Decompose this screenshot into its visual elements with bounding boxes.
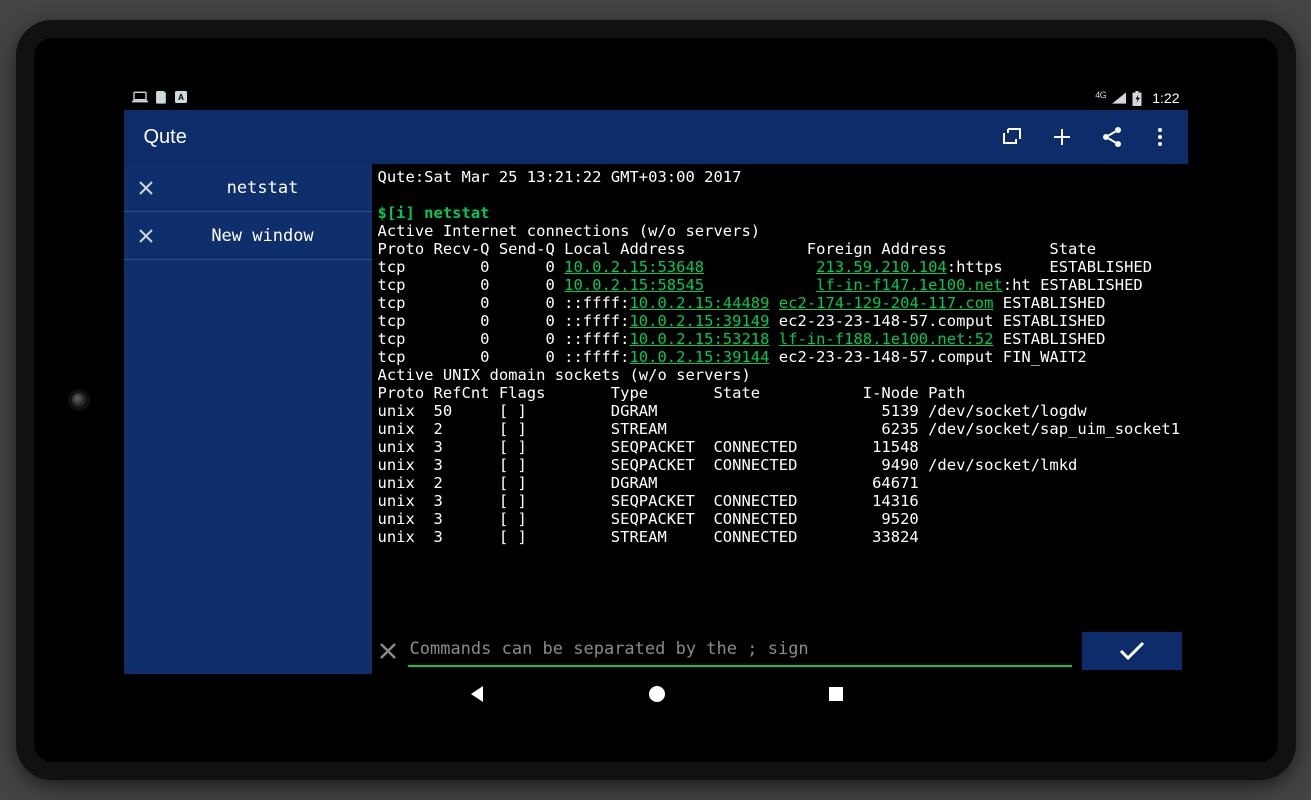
address-link[interactable]: lf-in-f147.1e100.net	[816, 276, 1003, 294]
screen: A 4G 1:22 Qute	[124, 86, 1188, 714]
tablet-camera	[72, 393, 86, 407]
address-link[interactable]: ec2-174-129-204-117.com	[779, 294, 994, 312]
svg-text:A: A	[178, 93, 184, 102]
sidebar-item-new-window[interactable]: New window	[124, 212, 372, 260]
terminal-pane: Qute:Sat Mar 25 13:21:22 GMT+03:00 2017 …	[372, 164, 1188, 674]
app-body: netstat New window Qute:Sat Mar 25 13:21…	[124, 164, 1188, 674]
add-icon[interactable]	[1050, 125, 1074, 149]
text-badge-icon: A	[175, 91, 187, 105]
address-link[interactable]: 10.0.2.15:39149	[629, 312, 769, 330]
command-input-row	[378, 630, 1182, 672]
nav-back-icon[interactable]	[467, 684, 487, 704]
laptop-icon	[132, 91, 148, 105]
tablet-frame: A 4G 1:22 Qute	[16, 20, 1296, 780]
android-nav-bar	[124, 674, 1188, 714]
address-link[interactable]: 10.0.2.15:53648	[564, 258, 704, 276]
status-right-icons: 4G 1:22	[1095, 90, 1179, 106]
nav-recent-icon[interactable]	[827, 685, 845, 703]
prompt: $[i] netstat	[378, 204, 490, 222]
new-tab-icon[interactable]	[1000, 125, 1024, 149]
sidebar-item-netstat[interactable]: netstat	[124, 164, 372, 212]
sidebar-item-label: New window	[168, 226, 358, 246]
address-link[interactable]: 10.0.2.15:44489	[629, 294, 769, 312]
battery-charging-icon	[1132, 91, 1142, 106]
network-4g-icon: 4G	[1095, 91, 1106, 100]
sd-card-icon	[156, 91, 167, 105]
sidebar: netstat New window	[124, 164, 372, 674]
status-left-icons: A	[132, 91, 187, 105]
check-icon	[1117, 639, 1147, 664]
run-button[interactable]	[1082, 632, 1182, 670]
close-icon[interactable]	[138, 180, 154, 196]
address-link[interactable]: lf-in-f188.1e100.net:52	[779, 330, 994, 348]
app-title: Qute	[144, 126, 187, 149]
address-link[interactable]: 10.0.2.15:53218	[629, 330, 769, 348]
clear-input-icon[interactable]	[378, 641, 398, 661]
app-bar: Qute	[124, 110, 1188, 164]
sidebar-item-label: netstat	[168, 178, 358, 198]
nav-home-icon[interactable]	[647, 684, 667, 704]
close-icon[interactable]	[138, 228, 154, 244]
share-icon[interactable]	[1100, 125, 1124, 149]
overflow-menu-icon[interactable]	[1150, 125, 1170, 149]
address-link[interactable]: 10.0.2.15:58545	[564, 276, 704, 294]
address-link[interactable]: 213.59.210.104	[816, 258, 947, 276]
address-link[interactable]: 10.0.2.15:39144	[629, 348, 769, 366]
command-input[interactable]	[408, 635, 1072, 667]
terminal-output[interactable]: Qute:Sat Mar 25 13:21:22 GMT+03:00 2017 …	[378, 168, 1182, 628]
signal-icon	[1112, 92, 1126, 104]
status-clock: 1:22	[1152, 90, 1179, 106]
android-status-bar: A 4G 1:22	[124, 86, 1188, 110]
